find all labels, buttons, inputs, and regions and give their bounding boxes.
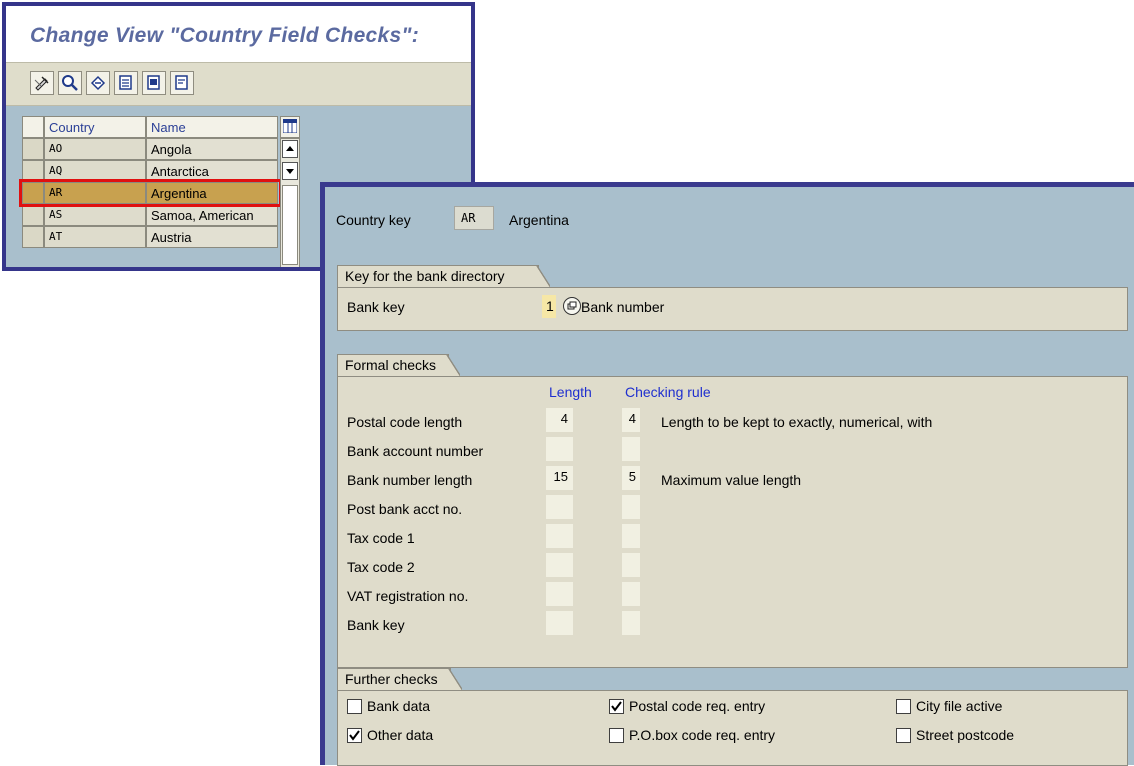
other-data-label: Other data (367, 727, 434, 743)
column-header-country[interactable]: Country (44, 116, 146, 138)
country-key-field[interactable]: AR (454, 206, 494, 230)
city-file-active-label: City file active (916, 698, 1003, 714)
postal-code-rule-text: Length to be kept to exactly, numerical,… (661, 414, 933, 430)
row-selector[interactable] (22, 204, 44, 226)
scroll-down-button[interactable] (282, 162, 298, 180)
bank-number-rule-text: Maximum value length (661, 472, 802, 488)
table-cell-country[interactable]: AT (44, 226, 146, 248)
formal-checks-section-title: Formal checks (337, 354, 460, 376)
scroll-thumb[interactable] (282, 185, 298, 265)
table-settings-icon (282, 118, 298, 134)
postal-code-length-input[interactable]: 4 (546, 408, 573, 432)
bank-key-field[interactable]: 1 (542, 295, 556, 318)
undo-button[interactable] (86, 71, 110, 95)
further-checks-section-title: Further checks (337, 668, 462, 690)
select-all-icon (119, 75, 132, 90)
post-bank-acct-label: Post bank acct no. (347, 501, 463, 517)
street-postcode-label: Street postcode (916, 727, 1015, 743)
checking-rule-column-header: Checking rule (625, 384, 711, 400)
checkmark-icon (349, 730, 360, 741)
deselect-all-button[interactable] (170, 71, 194, 95)
table-cell-name[interactable]: Angola (146, 138, 278, 160)
city-file-active-checkbox[interactable] (896, 699, 911, 714)
table-cell-name[interactable]: Austria (146, 226, 278, 248)
bank-key-rule-input[interactable] (622, 611, 640, 635)
toolbar (6, 62, 471, 106)
post-bank-length-input[interactable] (546, 495, 573, 519)
bank-directory-section-title: Key for the bank directory (337, 265, 550, 287)
arrow-down-icon (286, 169, 294, 174)
tax-code-2-length-input[interactable] (546, 553, 573, 577)
country-key-label: Country key (336, 212, 411, 228)
tax-code-1-rule-input[interactable] (622, 524, 640, 548)
bank-account-number-label: Bank account number (347, 443, 484, 459)
tax-code-1-label: Tax code 1 (347, 530, 415, 546)
select-block-icon (147, 75, 160, 90)
bank-number-length-label: Bank number length (347, 472, 473, 488)
bank-key-description: Bank number (581, 299, 665, 315)
bank-key-label: Bank key (347, 299, 405, 315)
vat-registration-label: VAT registration no. (347, 588, 469, 604)
select-all-rows-cell[interactable] (22, 116, 44, 138)
po-box-code-req-entry-checkbox[interactable] (609, 728, 624, 743)
title-bar: Change View "Country Field Checks": (6, 6, 471, 62)
select-block-button[interactable] (142, 71, 166, 95)
table-cell-country[interactable]: AO (44, 138, 146, 160)
bank-number-length-input[interactable]: 15 (546, 466, 573, 490)
possible-entries-button[interactable] (563, 297, 581, 315)
postal-code-req-entry-label: Postal code req. entry (629, 698, 766, 714)
window-title: Change View "Country Field Checks": (30, 24, 420, 47)
deselect-all-icon (175, 75, 188, 90)
details-button[interactable] (58, 71, 82, 95)
street-postcode-checkbox[interactable] (896, 728, 911, 743)
row-selector[interactable] (22, 226, 44, 248)
scroll-up-button[interactable] (282, 140, 298, 158)
postal-code-length-label: Postal code length (347, 414, 463, 430)
bank-account-rule-input[interactable] (622, 437, 640, 461)
column-header-name[interactable]: Name (146, 116, 278, 138)
bank-account-length-input[interactable] (546, 437, 573, 461)
row-selector[interactable] (22, 138, 44, 160)
change-display-button[interactable] (30, 71, 54, 95)
bank-key-length-input[interactable] (546, 611, 573, 635)
tax-code-1-length-input[interactable] (546, 524, 573, 548)
magnifier-icon (62, 75, 78, 91)
possible-entries-icon (567, 301, 577, 310)
other-data-checkbox[interactable] (347, 728, 362, 743)
undo-icon (90, 75, 106, 91)
bank-number-rule-input[interactable]: 5 (622, 466, 640, 490)
change-display-icon (34, 76, 49, 91)
country-field-checks-detail-dialog: Country key AR Argentina Key for the ban… (320, 182, 1134, 766)
checkmark-icon (611, 701, 622, 712)
select-all-button[interactable] (114, 71, 138, 95)
table-settings-button[interactable] (280, 116, 300, 138)
table-cell-country[interactable]: AS (44, 204, 146, 226)
tax-code-2-rule-input[interactable] (622, 553, 640, 577)
arrow-up-icon (286, 146, 294, 151)
po-box-code-req-entry-label: P.O.box code req. entry (629, 727, 776, 743)
table-scrollbar[interactable] (280, 138, 300, 267)
bank-data-label: Bank data (367, 698, 431, 714)
post-bank-rule-input[interactable] (622, 495, 640, 519)
bank-data-checkbox[interactable] (347, 699, 362, 714)
country-name: Argentina (509, 212, 569, 228)
table-cell-name[interactable]: Samoa, American (146, 204, 278, 226)
bank-key-check-label: Bank key (347, 617, 405, 633)
length-column-header: Length (549, 384, 592, 400)
postal-code-rule-input[interactable]: 4 (622, 408, 640, 432)
bank-directory-section (337, 287, 1128, 331)
tax-code-2-label: Tax code 2 (347, 559, 415, 575)
postal-code-req-entry-checkbox[interactable] (609, 699, 624, 714)
selection-highlight (19, 179, 282, 207)
vat-registration-rule-input[interactable] (622, 582, 640, 606)
vat-registration-length-input[interactable] (546, 582, 573, 606)
